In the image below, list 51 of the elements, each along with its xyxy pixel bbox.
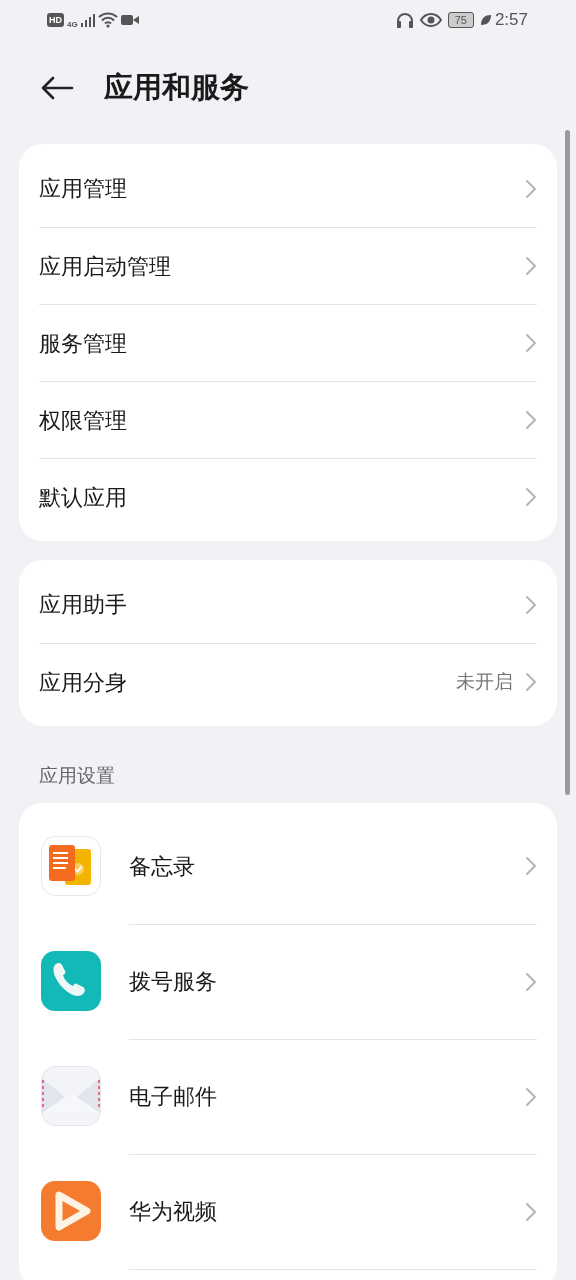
app-row[interactable]: 华为视频 bbox=[41, 1153, 537, 1269]
signal-icon bbox=[80, 13, 95, 27]
row-label: 默认应用 bbox=[39, 483, 128, 512]
notepad-icon bbox=[41, 836, 101, 896]
row-label: 权限管理 bbox=[39, 406, 128, 435]
network-label: 4G bbox=[67, 19, 78, 31]
leaf-icon bbox=[479, 14, 492, 26]
chevron-icon bbox=[525, 333, 537, 353]
chevron-icon bbox=[525, 594, 537, 615]
chevron-icon bbox=[525, 1086, 537, 1107]
phone-icon bbox=[41, 951, 101, 1011]
row-label: 应用助手 bbox=[39, 591, 128, 619]
hd-badge: HD bbox=[47, 13, 64, 27]
play-icon bbox=[41, 1181, 101, 1241]
settings-row[interactable]: 默认应用 bbox=[39, 458, 537, 535]
app-row[interactable]: 拨号服务 bbox=[41, 923, 537, 1039]
chevron-icon bbox=[525, 971, 537, 992]
battery-level: 75 bbox=[447, 12, 474, 28]
video-camera-icon bbox=[120, 14, 139, 26]
row-label: 应用管理 bbox=[39, 175, 128, 203]
app-name: 华为视频 bbox=[129, 1198, 218, 1226]
chevron-icon bbox=[525, 672, 537, 692]
app-row[interactable]: 备忘录 bbox=[41, 808, 537, 924]
envelope-icon bbox=[41, 1066, 101, 1126]
app-row[interactable]: 电子邮件 bbox=[41, 1038, 537, 1154]
section-header: 应用设置 bbox=[38, 764, 116, 788]
app-name: 电子邮件 bbox=[129, 1083, 218, 1111]
chevron-icon bbox=[525, 487, 537, 507]
settings-row[interactable]: 服务管理 bbox=[39, 304, 537, 381]
settings-row[interactable]: 权限管理 bbox=[39, 381, 537, 458]
settings-row[interactable]: 应用管理 bbox=[39, 150, 537, 227]
chevron-icon bbox=[525, 1201, 537, 1222]
row-label: 应用分身 bbox=[39, 668, 128, 697]
chevron-icon bbox=[525, 178, 537, 199]
app-name: 备忘录 bbox=[129, 852, 196, 881]
eye-icon bbox=[419, 13, 442, 27]
app-name: 拨号服务 bbox=[129, 968, 218, 996]
back-button[interactable] bbox=[40, 76, 74, 100]
page-title: 应用和服务 bbox=[104, 70, 249, 106]
wifi-icon bbox=[97, 12, 118, 28]
chevron-icon bbox=[525, 256, 537, 276]
chevron-icon bbox=[525, 410, 537, 430]
row-value: 未开启 bbox=[456, 669, 513, 694]
settings-row[interactable]: 应用启动管理 bbox=[39, 227, 537, 304]
headphones-icon bbox=[395, 12, 414, 28]
clock: 2:57 bbox=[494, 9, 528, 32]
settings-row[interactable]: 应用分身 未开启 bbox=[39, 643, 537, 720]
row-label: 应用启动管理 bbox=[39, 252, 172, 281]
chevron-icon bbox=[525, 856, 537, 876]
settings-row[interactable]: 应用助手 bbox=[39, 566, 537, 643]
row-label: 服务管理 bbox=[39, 329, 128, 358]
